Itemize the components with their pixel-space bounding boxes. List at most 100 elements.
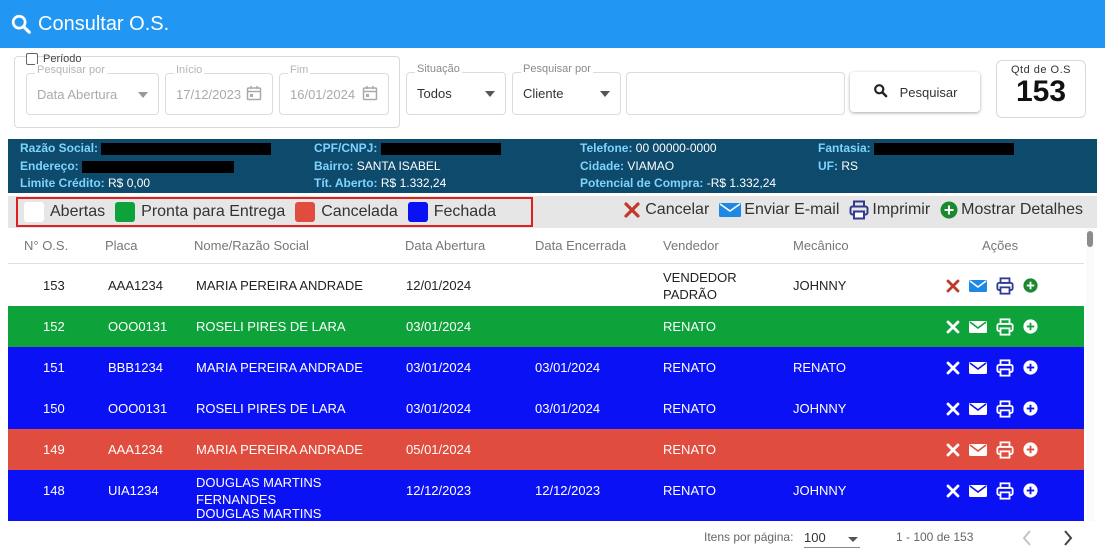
cell-placa: OOO0131 <box>108 319 168 334</box>
inicio-date-field[interactable]: Início 17/12/2023 <box>165 64 273 115</box>
endereco: Endereço: <box>20 159 235 173</box>
printer-icon[interactable] <box>996 399 1014 418</box>
items-per-page-select[interactable]: 100 <box>804 526 860 548</box>
col-placa[interactable]: Placa <box>105 238 138 253</box>
cell-abertura: 12/01/2024 <box>406 278 472 293</box>
status-legend: Abertas Pronta para Entrega Cancelada Fe… <box>16 197 533 227</box>
table-row[interactable]: 153 AAA1234 MARIA PEREIRA ANDRADE 12/01/202… <box>8 265 1084 306</box>
qtd-value: 153 <box>1015 75 1067 108</box>
mail-icon[interactable] <box>969 320 987 334</box>
scrollbar-thumb[interactable] <box>1087 231 1093 247</box>
close-icon[interactable] <box>946 361 960 375</box>
table-row[interactable]: 150 OOO0131 ROSELI PIRES DE LARA 03/01/2024… <box>8 388 1084 429</box>
scrollbar-track[interactable] <box>1086 228 1094 521</box>
close-icon[interactable] <box>946 279 960 293</box>
endereco-label: Endereço: <box>20 159 79 173</box>
actions-legend: Cancelar Enviar E-mail Imprimir Mostrar … <box>612 200 1083 220</box>
table-header: N° O.S. Placa Nome/Razão Social Data Abe… <box>8 228 1084 264</box>
mail-icon[interactable] <box>969 361 987 375</box>
col-mecanico[interactable]: Mecânico <box>793 238 849 253</box>
cell-nome: MARIA PEREIRA ANDRADE <box>196 442 363 457</box>
pesquisar-por-date-select[interactable]: Pesquisar por Data Abertura <box>26 64 159 115</box>
table-row[interactable]: 149 AAA1234 MARIA PEREIRA ANDRADE 05/01/202… <box>8 429 1084 470</box>
cell-vendedor: RENATO <box>663 442 716 457</box>
search-icon <box>10 13 32 35</box>
printer-icon[interactable] <box>996 317 1014 336</box>
table-row[interactable]: 148 UIA1234 DOUGLAS MARTINS FERNANDES 12/12… <box>8 470 1084 511</box>
legend-pronta: Pronta para Entrega <box>115 202 285 222</box>
cell-abertura: 05/01/2024 <box>406 442 472 457</box>
cell-num: 149 <box>43 442 65 457</box>
cell-abertura: 03/01/2024 <box>406 401 472 416</box>
cancelar-action: Cancelar <box>622 200 709 220</box>
plus-circle-icon[interactable] <box>1023 483 1038 498</box>
printer-icon[interactable] <box>996 276 1014 295</box>
col-vendedor[interactable]: Vendedor <box>663 238 719 253</box>
legend-abertas: Abertas <box>24 202 105 222</box>
plus-circle-icon <box>940 201 958 219</box>
cell-vendedor: VENDEDOR PADRÃO <box>663 269 737 302</box>
mail-icon[interactable] <box>969 279 987 293</box>
limite-credito: Limite Crédito: R$ 0,00 <box>20 176 150 190</box>
fim-date-field[interactable]: Fim 16/01/2024 <box>279 64 389 115</box>
col-encerrada[interactable]: Data Encerrada <box>535 238 626 253</box>
plus-circle-icon[interactable] <box>1023 401 1038 416</box>
items-per-page-value: 100 <box>804 530 826 545</box>
search-button-label: Pesquisar <box>899 84 958 100</box>
tit-value: R$ 1.332,24 <box>380 176 447 190</box>
search-button[interactable]: Pesquisar <box>850 72 980 112</box>
mail-icon[interactable] <box>969 484 987 498</box>
plus-circle-icon[interactable] <box>1023 319 1038 334</box>
col-abertura[interactable]: Data Abertura <box>405 238 485 253</box>
calendar-icon[interactable] <box>362 85 378 106</box>
fantasia-label: Fantasia: <box>818 141 871 155</box>
cell-placa: AAA1234 <box>108 278 163 293</box>
plus-circle-icon[interactable] <box>1023 442 1038 457</box>
close-icon[interactable] <box>946 402 960 416</box>
uf: UF: RS <box>818 159 858 173</box>
legend-swatch <box>295 202 316 222</box>
cell-abertura: 12/12/2023 <box>406 483 472 498</box>
mail-icon[interactable] <box>969 402 987 416</box>
legend-label: Pronta para Entrega <box>141 203 286 220</box>
close-icon[interactable] <box>946 320 960 334</box>
plus-circle-icon[interactable] <box>1023 360 1038 375</box>
legend-swatch <box>407 202 428 222</box>
cell-placa: BBB1234 <box>108 360 163 375</box>
mail-icon[interactable] <box>969 443 987 457</box>
enviar-label: Enviar E-mail <box>744 201 840 218</box>
plus-circle-icon[interactable] <box>1023 278 1038 293</box>
page-title: Consultar O.S. <box>38 12 170 35</box>
redacted-block <box>874 142 1015 155</box>
table-row[interactable]: 151 BBB1234 MARIA PEREIRA ANDRADE 03/01/202… <box>8 347 1084 388</box>
table-row[interactable]: 152 OOO0131 ROSELI PIRES DE LARA 03/01/2024… <box>8 306 1084 347</box>
search-input[interactable] <box>626 72 845 115</box>
col-num[interactable]: N° O.S. <box>24 238 68 253</box>
cell-num: 148 <box>43 483 65 498</box>
calendar-icon[interactable] <box>246 85 262 106</box>
situacao-label: Situação <box>415 63 462 75</box>
cell-nome: ROSELI PIRES DE LARA <box>196 319 346 334</box>
chevron-down-icon <box>485 91 495 97</box>
printer-icon[interactable] <box>996 358 1014 377</box>
printer-icon[interactable] <box>996 481 1014 500</box>
cell-mecanico: JOHNNY <box>793 401 847 416</box>
prev-page-button[interactable] <box>1021 529 1033 552</box>
printer-icon[interactable] <box>996 440 1014 459</box>
chevron-right-icon <box>1064 530 1073 546</box>
pesquisar-por-select[interactable]: Pesquisar por Cliente <box>512 63 621 115</box>
cell-mecanico: JOHNNY <box>793 483 847 498</box>
cell-abertura: 03/01/2024 <box>406 360 472 375</box>
table-row[interactable]: DOUGLAS MARTINS <box>8 506 1084 521</box>
next-page-button[interactable] <box>1062 529 1074 552</box>
cell-vendedor: RENATO <box>663 483 716 498</box>
close-icon[interactable] <box>946 484 960 498</box>
legend-label: Abertas <box>50 203 106 220</box>
bairro-label: Bairro: <box>314 159 354 173</box>
cell-nome: DOUGLAS MARTINS <box>196 506 322 521</box>
situacao-select[interactable]: Situação Todos <box>406 63 506 115</box>
app-header: Consultar O.S. <box>0 0 1105 48</box>
paginator: Itens por página: 100 1 - 100 de 153 <box>0 521 1105 559</box>
close-icon[interactable] <box>946 443 960 457</box>
col-nome[interactable]: Nome/Razão Social <box>194 238 309 253</box>
